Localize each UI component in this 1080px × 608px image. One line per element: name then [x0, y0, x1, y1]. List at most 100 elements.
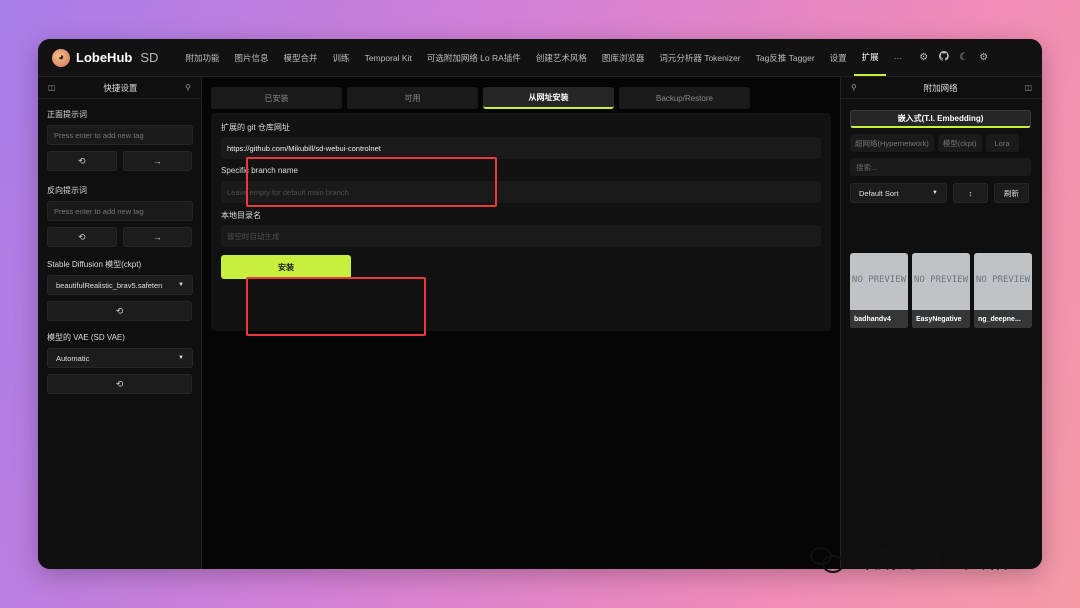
highlight-box-repo-url [246, 157, 497, 207]
pin-icon[interactable]: ⚲ [851, 83, 857, 92]
sort-value: Default Sort [859, 188, 899, 198]
vae-actions: ⟲ [47, 374, 192, 394]
local-dir-label: 本地目录名 [221, 211, 261, 220]
sd-model-actions: ⟲ [47, 301, 192, 321]
network-search-input[interactable]: 搜索... [850, 158, 1031, 176]
positive-prompt-actions: ⟲ → [47, 151, 192, 171]
positive-prompt-input[interactable]: Press enter to add new tag [47, 125, 193, 145]
vae-select[interactable]: Automatic ▼ [47, 348, 193, 368]
caret-down-icon: ▼ [178, 282, 184, 288]
nav-tab-gallery[interactable]: 图库浏览器 [594, 39, 652, 76]
positive-send-button[interactable]: → [122, 151, 192, 171]
no-preview-placeholder: NO PREVIEW [975, 275, 1031, 285]
extensions-main: 已安装 可用 从网址安装 Backup/Restore 扩展的 git 仓库网址… [202, 77, 840, 569]
extra-networks-header: ⚲ 附加网络 ◫ [841, 77, 1042, 99]
sort-arrows-icon: ↕ [968, 188, 973, 198]
tab-backup-restore[interactable]: Backup/Restore [619, 87, 750, 109]
github-icon[interactable] [934, 51, 954, 64]
settings-cog-icon[interactable]: ⚙ [974, 52, 994, 63]
sort-select[interactable]: Default Sort ▼ [850, 183, 947, 203]
caret-down-icon: ▼ [178, 355, 184, 361]
nav-tab-png-info[interactable]: 图片信息 [227, 39, 276, 76]
refresh-networks-button[interactable]: 刷新 [994, 183, 1029, 203]
card-name: badhandv4 [850, 310, 908, 328]
watermark-text: 歸藏的AI工具箱 [852, 548, 1009, 573]
moon-theme-icon[interactable]: ☾ [954, 52, 974, 63]
tab-hypernetwork[interactable]: 超网络(Hypernetwork) [850, 134, 934, 152]
refresh-icon: ⟲ [115, 378, 124, 389]
network-cards: NO PREVIEW badhandv4 NO PREVIEW EasyNega… [850, 253, 1032, 328]
extension-tabs: 已安装 可用 从网址安装 Backup/Restore [211, 87, 750, 109]
watermark: 歸藏的AI工具箱 [808, 543, 1009, 575]
positive-refresh-button[interactable]: ⟲ [47, 151, 117, 171]
pin-icon[interactable]: ⚲ [185, 83, 191, 92]
caret-down-icon: ▼ [932, 190, 938, 196]
tab-available[interactable]: 可用 [347, 87, 478, 109]
extra-networks-panel: ⚲ 附加网络 ◫ 嵌入式(T.I. Embedding) 超网络(Hyperne… [840, 77, 1042, 569]
network-card[interactable]: NO PREVIEW ng_deepne... [974, 253, 1032, 328]
quick-settings-header: ◫ 快捷设置 ⚲ [38, 77, 201, 99]
sd-model-label: Stable Diffusion 模型(ckpt) [47, 260, 142, 269]
no-preview-placeholder: NO PREVIEW [851, 275, 907, 285]
network-card[interactable]: NO PREVIEW badhandv4 [850, 253, 908, 328]
brand-name: LobeHub [76, 50, 133, 65]
tab-installed[interactable]: 已安装 [211, 87, 342, 109]
negative-prompt-label: 反向提示词 [47, 186, 87, 195]
arrow-right-icon: → [152, 156, 162, 166]
sd-model-select[interactable]: beautifulRealistic_brav5.safeten ▼ [47, 275, 193, 295]
positive-prompt-label: 正面提示词 [47, 110, 87, 119]
settings-gear-icon[interactable]: ⚙ [914, 52, 934, 63]
nav-icon-group: ⚙ ☾ ⚙ [914, 51, 994, 64]
nav-tabs: 附加功能 图片信息 模型合并 训练 Temporal Kit 可选附加网络 Lo… [178, 39, 910, 76]
refresh-icon: ⟲ [115, 305, 124, 316]
wechat-icon [808, 544, 848, 574]
brand[interactable]: ◕ LobeHub SD [38, 48, 178, 67]
install-button[interactable]: 安装 [221, 255, 351, 279]
nav-tab-art-style[interactable]: 创建艺术风格 [528, 39, 594, 76]
sort-direction-button[interactable]: ↕ [953, 183, 988, 203]
nav-tab-tokenizer[interactable]: 词元分析器 Tokenizer [652, 39, 748, 76]
negative-prompt-actions: ⟲ → [47, 227, 192, 247]
arrow-right-icon: → [152, 232, 162, 242]
vae-value: Automatic [56, 353, 90, 363]
card-name: EasyNegative [912, 310, 970, 328]
network-card[interactable]: NO PREVIEW EasyNegative [912, 253, 970, 328]
nav-tab-extensions[interactable]: 扩展 [854, 39, 887, 76]
sd-model-refresh-button[interactable]: ⟲ [47, 301, 192, 321]
negative-refresh-button[interactable]: ⟲ [47, 227, 117, 247]
tab-checkpoint[interactable]: 模型(ckpt) [937, 134, 982, 152]
nav-tab-extras[interactable]: 附加功能 [178, 39, 227, 76]
repo-url-input[interactable]: https://github.com/Mikubill/sd-webui-con… [221, 137, 821, 159]
nav-tab-tagger[interactable]: Tag反推 Tagger [748, 39, 822, 76]
app-window: ◕ LobeHub SD 附加功能 图片信息 模型合并 训练 Temporal … [38, 39, 1042, 569]
tab-install-from-url[interactable]: 从网址安装 [483, 87, 614, 109]
refresh-icon: ⟲ [77, 155, 86, 166]
refresh-icon: ⟲ [77, 231, 86, 242]
highlight-box-install [246, 277, 426, 336]
brand-suffix: SD [140, 50, 159, 65]
negative-send-button[interactable]: → [122, 227, 192, 247]
sort-controls: Default Sort ▼ ↕ 刷新 [850, 183, 1029, 203]
vae-refresh-button[interactable]: ⟲ [47, 374, 192, 394]
sidebar-toggle-icon[interactable]: ◫ [1024, 83, 1032, 92]
quick-settings-panel: ◫ 快捷设置 ⚲ 正面提示词 Press enter to add new ta… [38, 77, 202, 569]
repo-url-label: 扩展的 git 仓库网址 [221, 123, 290, 132]
tab-lora[interactable]: Lora [985, 134, 1019, 152]
network-type-tabs: 超网络(Hypernetwork) 模型(ckpt) Lora [850, 134, 1019, 152]
nav-tab-train[interactable]: 训练 [325, 39, 357, 76]
nav-tab-temporal-kit[interactable]: Temporal Kit [357, 39, 419, 76]
top-nav-bar: ◕ LobeHub SD 附加功能 图片信息 模型合并 训练 Temporal … [38, 39, 1042, 77]
tab-embedding[interactable]: 嵌入式(T.I. Embedding) [850, 110, 1031, 128]
vae-label: 模型的 VAE (SD VAE) [47, 333, 125, 342]
sidebar-toggle-icon[interactable]: ◫ [48, 83, 56, 92]
quick-settings-title: 快捷设置 [103, 82, 138, 93]
nav-more-button[interactable]: ··· [886, 39, 910, 76]
no-preview-placeholder: NO PREVIEW [913, 275, 969, 285]
sd-model-value: beautifulRealistic_brav5.safeten [56, 280, 163, 290]
nav-tab-model-merge[interactable]: 模型合并 [276, 39, 325, 76]
negative-prompt-input[interactable]: Press enter to add new tag [47, 201, 193, 221]
avatar-emoji-icon: ◕ [52, 48, 70, 67]
nav-tab-lora-addon[interactable]: 可选附加网络 Lo RA插件 [419, 39, 528, 76]
nav-tab-settings[interactable]: 设置 [822, 39, 854, 76]
local-dir-input[interactable]: 留空时自动生成 [221, 225, 821, 247]
